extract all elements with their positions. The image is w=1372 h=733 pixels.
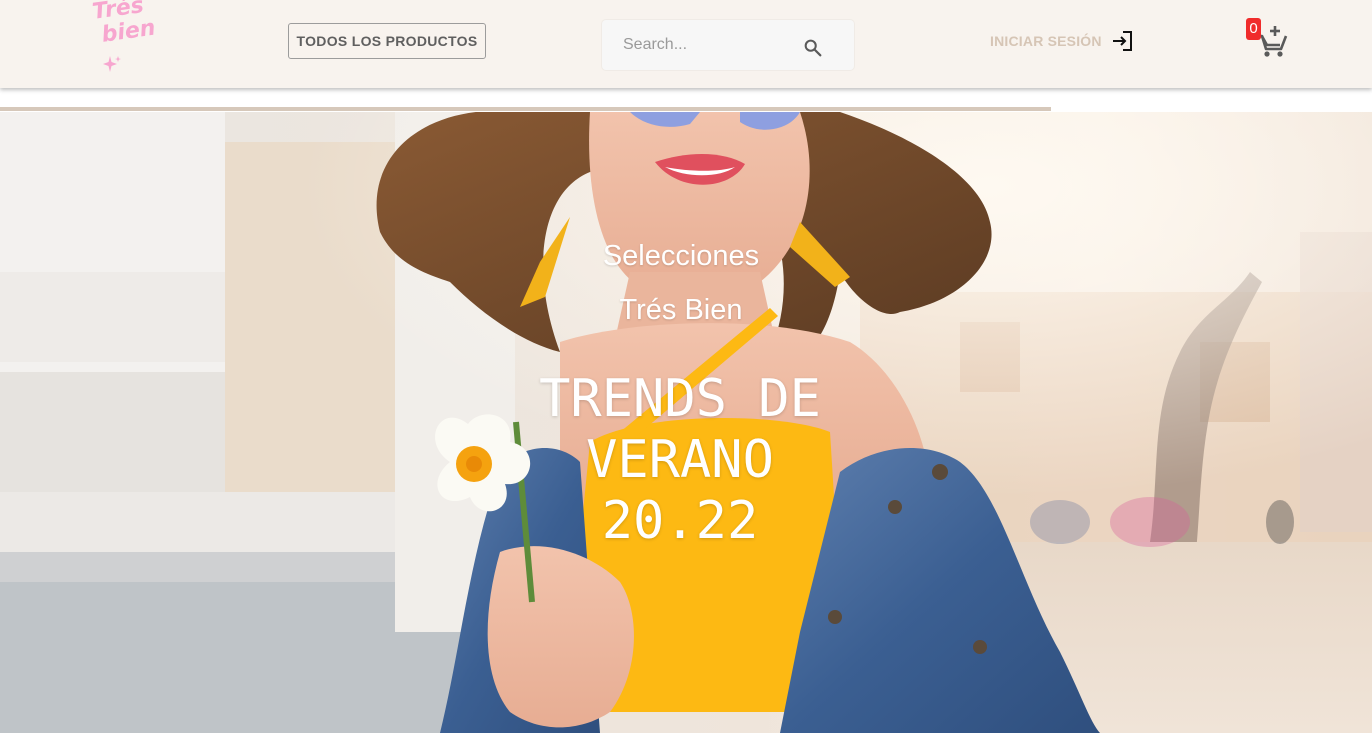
login-label: INICIAR SESIÓN	[990, 33, 1102, 49]
hero-banner: Selecciones Trés Bien TRENDS DE VERANO 2…	[0, 112, 1372, 733]
scroll-progress-bar	[0, 107, 1051, 111]
hero-headline-line-3: 20.22	[601, 491, 759, 551]
hero-headline: TRENDS DE VERANO 20.22	[0, 369, 1360, 552]
hero-headline-line-2: VERANO	[586, 430, 774, 490]
scroll-progress-track	[0, 107, 1372, 111]
search-input[interactable]	[602, 20, 802, 70]
login-icon	[1112, 31, 1132, 51]
hero-kicker-line-2: Trés Bien	[619, 294, 743, 326]
cart-count-badge: 0	[1246, 18, 1261, 40]
all-products-button[interactable]: TODOS LOS PRODUCTOS	[288, 23, 486, 59]
sparkle-icon	[103, 56, 121, 72]
login-link[interactable]: INICIAR SESIÓN	[990, 29, 1135, 53]
brand-logo[interactable]: Trés bien	[91, 0, 162, 76]
hero-kicker-line-1: Selecciones	[602, 240, 760, 272]
cart-button[interactable]: 0	[1246, 18, 1292, 60]
hero-headline-line-1: TRENDS DE	[539, 369, 821, 429]
search-icon[interactable]	[802, 37, 824, 59]
search-box	[602, 20, 854, 70]
site-header: Trés bien TODOS LOS PRODUCTOS INICIAR SE…	[0, 0, 1372, 88]
logo-wordmark: Trés bien	[91, 0, 167, 49]
